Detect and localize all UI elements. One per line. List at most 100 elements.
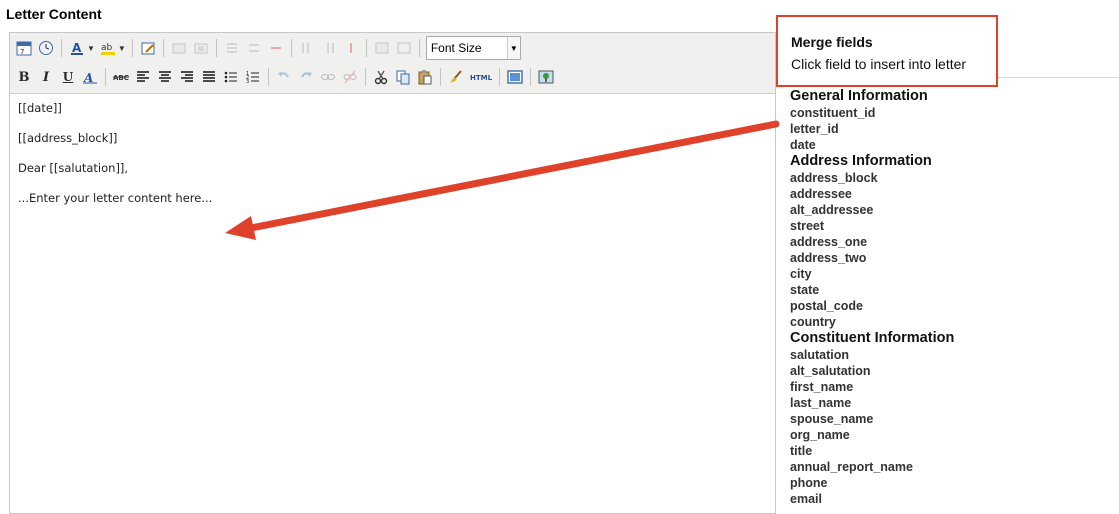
align-right-icon[interactable] xyxy=(177,67,197,87)
layer-props-icon[interactable] xyxy=(191,38,211,58)
svg-text:ab: ab xyxy=(101,43,113,53)
field-alt-salutation[interactable]: alt_salutation xyxy=(790,363,1110,379)
field-spouse-name[interactable]: spouse_name xyxy=(790,411,1110,427)
strikethrough-icon[interactable]: ABC xyxy=(111,67,131,87)
editor-line-address: [[address_block]] xyxy=(18,131,118,145)
undo-icon[interactable] xyxy=(274,67,294,87)
fullscreen-icon[interactable] xyxy=(505,67,525,87)
toolbar-separator xyxy=(365,68,366,86)
editor-line-placeholder: ...Enter your letter content here... xyxy=(18,191,213,205)
field-addressee[interactable]: addressee xyxy=(790,186,1110,202)
text-color-dropdown-icon[interactable]: ▼ xyxy=(87,44,95,53)
editor-line-date: [[date]] xyxy=(18,101,62,115)
editor-toolbar: 7 A ▼ ab ▼ Font Size ▼ B I U A ABC 1 2 3… xyxy=(10,33,775,94)
split-cells-icon[interactable] xyxy=(372,38,392,58)
field-alt-addressee[interactable]: alt_addressee xyxy=(790,202,1110,218)
field-email[interactable]: email xyxy=(790,491,1110,507)
edit-css-icon[interactable] xyxy=(138,38,158,58)
row-after-icon[interactable] xyxy=(244,38,264,58)
field-country[interactable]: country xyxy=(790,314,1110,330)
bold-icon[interactable]: B xyxy=(14,67,34,87)
field-title[interactable]: title xyxy=(790,443,1110,459)
field-address-block[interactable]: address_block xyxy=(790,170,1110,186)
field-city[interactable]: city xyxy=(790,266,1110,282)
toolbar-separator xyxy=(105,68,106,86)
merge-cells-icon[interactable] xyxy=(394,38,414,58)
merge-fields-list: General Information constituent_id lette… xyxy=(790,88,1110,507)
toolbar-separator xyxy=(162,39,164,57)
toolbar-separator xyxy=(61,39,62,57)
svg-text:HTML: HTML xyxy=(470,74,493,82)
field-letter-id[interactable]: letter_id xyxy=(790,121,1110,137)
font-size-label: Font Size xyxy=(430,41,482,55)
delete-col-icon[interactable] xyxy=(341,38,361,58)
merge-fields-header: Merge fields Click field to insert into … xyxy=(776,15,998,87)
insert-time-icon[interactable] xyxy=(36,38,56,58)
highlight-color-icon[interactable]: ab xyxy=(98,38,118,58)
toolbar-separator xyxy=(131,39,133,57)
underline-icon[interactable]: U xyxy=(58,67,78,87)
field-last-name[interactable]: last_name xyxy=(790,395,1110,411)
svg-text:ABC: ABC xyxy=(113,74,129,82)
redo-icon[interactable] xyxy=(296,67,316,87)
align-left-icon[interactable] xyxy=(133,67,153,87)
editor-content[interactable]: [[date]] [[address_block]] Dear [[saluta… xyxy=(10,94,775,228)
col-before-icon[interactable] xyxy=(297,38,317,58)
bullet-list-icon[interactable] xyxy=(221,67,241,87)
svg-text:3: 3 xyxy=(246,79,249,85)
field-postal-code[interactable]: postal_code xyxy=(790,298,1110,314)
svg-text:A: A xyxy=(72,41,82,55)
toolbar-separator xyxy=(215,39,217,57)
field-first-name[interactable]: first_name xyxy=(790,379,1110,395)
toolbar-separator xyxy=(530,68,531,86)
cleanup-icon[interactable] xyxy=(446,67,466,87)
toolbar-separator xyxy=(365,39,367,57)
text-color-icon[interactable]: A xyxy=(67,38,87,58)
align-center-icon[interactable] xyxy=(155,67,175,87)
insert-layer-icon[interactable] xyxy=(169,38,189,58)
group-title-general: General Information xyxy=(790,88,928,104)
field-street[interactable]: street xyxy=(790,218,1110,234)
link-icon[interactable] xyxy=(318,67,338,87)
group-title-constituent: Constituent Information xyxy=(790,330,955,346)
font-color-a-icon[interactable]: A xyxy=(80,67,100,87)
field-annual-report-name[interactable]: annual_report_name xyxy=(790,459,1110,475)
letter-editor: 7 A ▼ ab ▼ Font Size ▼ B I U A ABC 1 2 3… xyxy=(9,32,776,514)
toolbar-separator xyxy=(418,39,420,57)
col-after-icon[interactable] xyxy=(319,38,339,58)
field-phone[interactable]: phone xyxy=(790,475,1110,491)
toolbar-row-2: B I U A ABC 1 2 3 HTML xyxy=(13,64,557,90)
field-org-name[interactable]: org_name xyxy=(790,427,1110,443)
font-size-select[interactable]: Font Size ▼ xyxy=(425,36,521,60)
field-address-one[interactable]: address_one xyxy=(790,234,1110,250)
toolbar-separator xyxy=(499,68,500,86)
highlight-dropdown-icon[interactable]: ▼ xyxy=(118,44,126,53)
chevron-down-icon[interactable]: ▼ xyxy=(506,37,520,59)
align-justify-icon[interactable] xyxy=(199,67,219,87)
delete-row-icon[interactable] xyxy=(266,38,286,58)
row-before-icon[interactable] xyxy=(222,38,242,58)
merge-fields-hint: Click field to insert into letter xyxy=(791,56,967,72)
merge-fields-title: Merge fields xyxy=(791,34,873,50)
unlink-icon[interactable] xyxy=(340,67,360,87)
field-address-two[interactable]: address_two xyxy=(790,250,1110,266)
toolbar-separator xyxy=(290,39,292,57)
cut-icon[interactable] xyxy=(371,67,391,87)
toolbar-separator xyxy=(440,68,441,86)
editor-line-greeting: Dear [[salutation]], xyxy=(18,161,129,175)
insert-date-icon[interactable]: 7 xyxy=(14,38,34,58)
italic-icon[interactable]: I xyxy=(36,67,56,87)
paste-icon[interactable] xyxy=(415,67,435,87)
svg-text:7: 7 xyxy=(20,48,24,56)
field-date[interactable]: date xyxy=(790,137,1110,153)
toolbar-separator xyxy=(268,68,269,86)
field-constituent-id[interactable]: constituent_id xyxy=(790,105,1110,121)
insert-image-icon[interactable] xyxy=(536,67,556,87)
group-title-address: Address Information xyxy=(790,153,932,169)
copy-icon[interactable] xyxy=(393,67,413,87)
field-state[interactable]: state xyxy=(790,282,1110,298)
numbered-list-icon[interactable]: 123 xyxy=(243,67,263,87)
field-salutation[interactable]: salutation xyxy=(790,347,1110,363)
divider xyxy=(998,77,1119,78)
html-source-icon[interactable]: HTML xyxy=(468,67,494,87)
